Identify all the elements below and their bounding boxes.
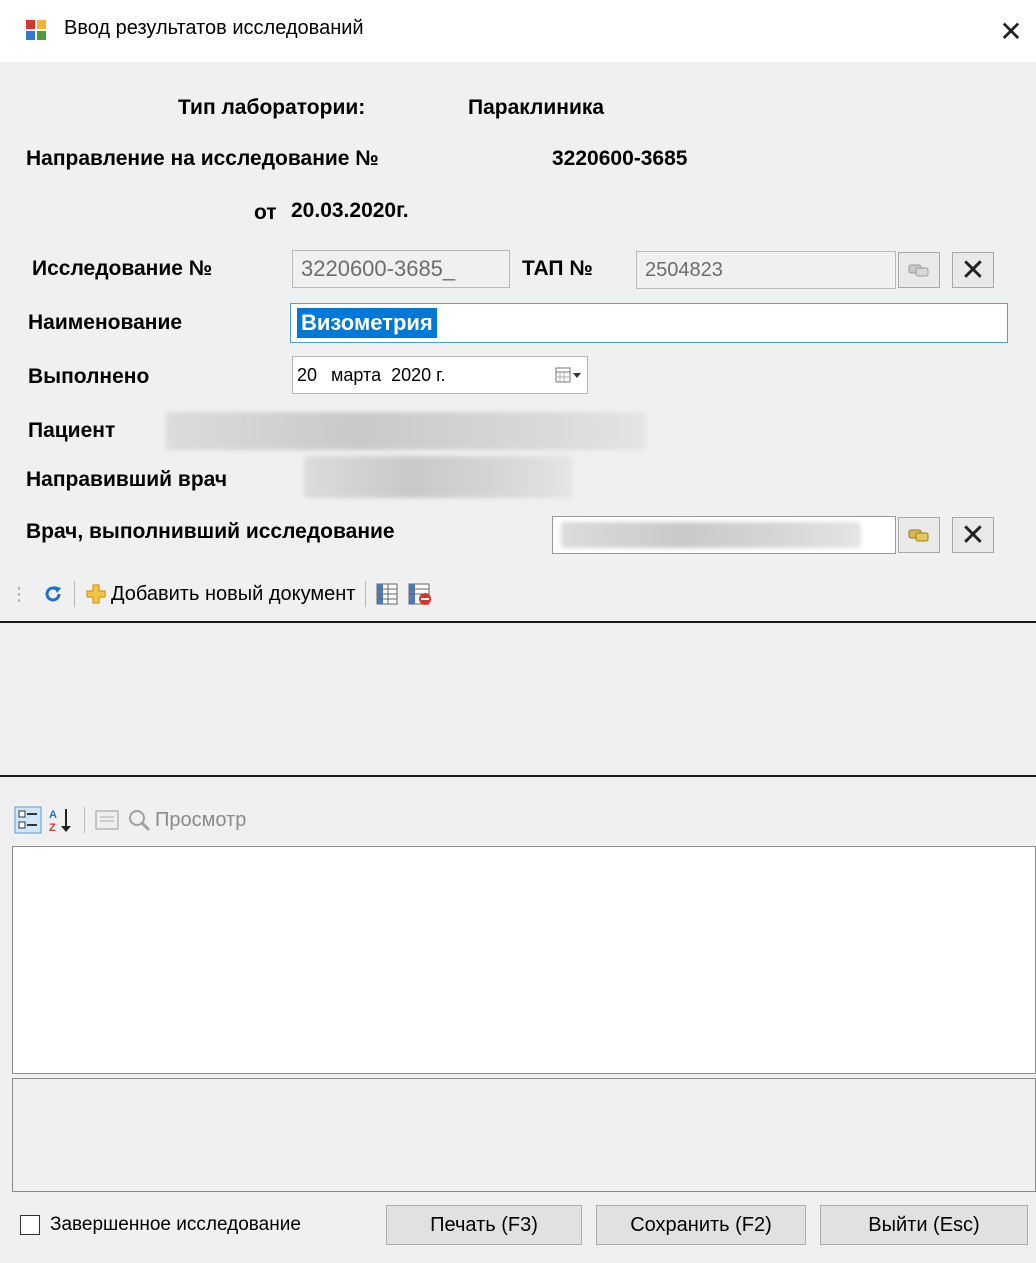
referral-date: 20.03.2020г. bbox=[291, 199, 409, 222]
tap-lookup-button[interactable] bbox=[898, 252, 940, 288]
calendar-dropdown-icon[interactable] bbox=[555, 366, 583, 384]
print-label: Печать (F3) bbox=[430, 1213, 538, 1236]
documents-list[interactable] bbox=[0, 623, 1036, 775]
add-document-label: Добавить новый документ bbox=[111, 582, 356, 605]
performing-doctor-clear-button[interactable]: ✕ bbox=[952, 517, 994, 553]
close-icon: ✕ bbox=[999, 15, 1023, 47]
table-icon[interactable] bbox=[376, 583, 398, 605]
lab-type-value: Параклиника bbox=[468, 96, 605, 119]
done-year: 2020 г. bbox=[391, 364, 446, 385]
clear-icon: ✕ bbox=[960, 253, 986, 287]
completed-checkbox[interactable] bbox=[20, 1215, 40, 1235]
documents-toolbar: ⋮ Добавить новый документ bbox=[0, 574, 1036, 614]
study-number-value: 3220600-3685_ bbox=[301, 256, 456, 281]
add-document-button[interactable]: Добавить новый документ bbox=[85, 583, 355, 606]
done-date-picker[interactable]: 20 марта 2020 г. bbox=[292, 356, 588, 394]
tap-label: ТАП № bbox=[522, 257, 593, 280]
magnifier-icon bbox=[129, 810, 151, 832]
performing-doctor-label: Врач, выполнивший исследование bbox=[26, 520, 395, 543]
property-pages-icon[interactable] bbox=[95, 809, 119, 831]
lookup-icon bbox=[908, 264, 929, 277]
categorized-icon[interactable] bbox=[14, 806, 42, 834]
window-title: Ввод результатов исследований bbox=[64, 17, 364, 39]
view-button[interactable]: Просмотр bbox=[127, 808, 246, 832]
lab-type-label: Тип лаборатории: bbox=[178, 96, 366, 119]
done-day: 20 bbox=[297, 364, 318, 385]
performing-doctor-field[interactable] bbox=[552, 516, 896, 554]
referring-doctor-label: Направивший врач bbox=[26, 468, 228, 491]
performing-doctor-lookup-button[interactable] bbox=[898, 517, 940, 553]
table-delete-icon[interactable] bbox=[408, 583, 432, 605]
toolbar-separator bbox=[84, 807, 85, 833]
done-month: марта bbox=[331, 364, 382, 385]
tap-value: 2504823 bbox=[645, 258, 723, 281]
toolbar-separator bbox=[74, 581, 75, 607]
toolbar-grip: ⋮ bbox=[10, 583, 28, 604]
property-grid[interactable] bbox=[12, 846, 1036, 1074]
referral-label: Направление на исследование № bbox=[26, 147, 379, 170]
title-bar: Ввод результатов исследований ✕ bbox=[0, 0, 1036, 62]
svg-text:A: A bbox=[49, 809, 57, 821]
exit-label: Выйти (Esc) bbox=[868, 1213, 980, 1236]
name-input[interactable]: Визометрия bbox=[290, 303, 1008, 343]
toolbar-separator bbox=[365, 581, 367, 607]
referring-doctor-redacted bbox=[304, 456, 572, 498]
lookup-icon bbox=[908, 529, 929, 542]
referral-number: 3220600-3685 bbox=[552, 147, 688, 170]
property-grid-toolbar: A Z Просмотр bbox=[0, 800, 1036, 840]
view-label: Просмотр bbox=[155, 808, 247, 831]
patient-name-redacted bbox=[166, 412, 646, 450]
refresh-icon[interactable] bbox=[42, 583, 64, 605]
study-number-label: Исследование № bbox=[32, 257, 213, 280]
sort-alphabetical-icon[interactable]: A Z bbox=[48, 806, 74, 834]
referral-date-prefix: от bbox=[254, 201, 277, 224]
close-button[interactable]: ✕ bbox=[986, 8, 1036, 54]
plus-icon bbox=[86, 584, 106, 604]
done-label: Выполнено bbox=[28, 365, 150, 388]
completed-label: Завершенное исследование bbox=[50, 1214, 301, 1235]
save-button[interactable]: Сохранить (F2) bbox=[596, 1205, 806, 1245]
svg-text:Z: Z bbox=[49, 822, 56, 834]
print-button[interactable]: Печать (F3) bbox=[386, 1205, 582, 1245]
tap-clear-button[interactable]: ✕ bbox=[952, 252, 994, 288]
name-label: Наименование bbox=[28, 311, 183, 334]
performing-doctor-redacted bbox=[561, 522, 861, 548]
study-number-field: 3220600-3685_ bbox=[292, 250, 510, 288]
documents-panel-bottom-border bbox=[0, 775, 1036, 777]
exit-button[interactable]: Выйти (Esc) bbox=[820, 1205, 1028, 1245]
name-value: Визометрия bbox=[297, 308, 437, 338]
patient-label: Пациент bbox=[28, 419, 116, 442]
clear-icon: ✕ bbox=[960, 518, 986, 552]
app-icon bbox=[26, 20, 46, 40]
tap-field: 2504823 bbox=[636, 251, 896, 289]
property-description-panel bbox=[12, 1078, 1036, 1192]
completed-checkbox-row[interactable]: Завершенное исследование bbox=[20, 1214, 301, 1236]
save-label: Сохранить (F2) bbox=[630, 1213, 772, 1236]
